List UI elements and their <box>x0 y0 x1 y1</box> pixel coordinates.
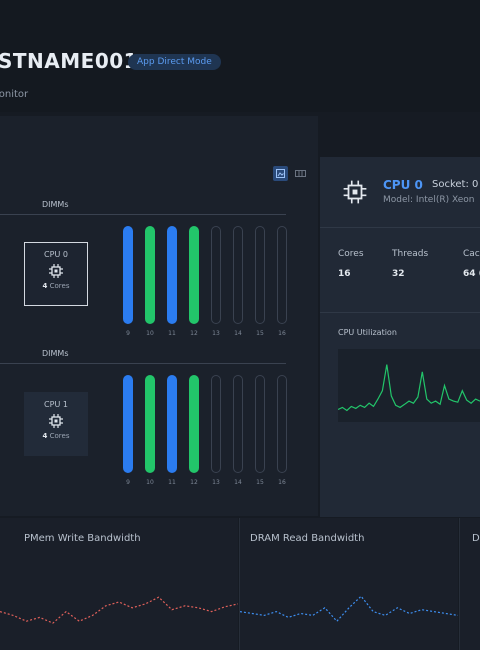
cpu-cores: 4 Cores <box>42 432 70 440</box>
cpu-chip-icon <box>49 414 63 428</box>
stat-value-cores: 16 <box>338 269 351 279</box>
detail-socket: Socket: 0 <box>432 179 479 190</box>
dimms-bracket <box>0 214 286 215</box>
stat-label-cores: Cores <box>338 249 364 259</box>
dimm-slot[interactable] <box>145 226 155 324</box>
dimm-slot[interactable] <box>123 226 133 324</box>
stat-label-cache: Cac <box>463 249 480 259</box>
hostname-title: STNAME001 <box>0 49 139 73</box>
cpu-chip-icon <box>49 264 63 278</box>
dimms-label: DIMMs <box>42 200 69 209</box>
dimm-slot[interactable] <box>211 375 221 473</box>
memory-topology-panel: DIMMs CPU 0 4 Cores 9 10 11 12 13 14 15 16 DIMM… <box>0 116 318 516</box>
dimm-slot-number: 10 <box>146 479 154 486</box>
stat-value-cache: 64 ( <box>463 269 480 279</box>
cpu-name: CPU 0 <box>44 250 68 259</box>
list-view-toggle[interactable] <box>293 166 308 181</box>
dimm-slot[interactable] <box>277 226 287 324</box>
stat-value-threads: 32 <box>392 269 405 279</box>
dimm-slot[interactable] <box>277 375 287 473</box>
dimm-slot[interactable] <box>255 226 265 324</box>
series-line <box>240 595 458 623</box>
detail-cpu-title: CPU 0 <box>383 178 423 192</box>
divider <box>320 227 480 228</box>
series-line <box>338 364 480 412</box>
dimm-slot[interactable] <box>211 226 221 324</box>
dimm-slot[interactable] <box>255 375 265 473</box>
cpu-chip-icon <box>343 180 367 204</box>
cpu-1-node[interactable]: CPU 1 4 Cores <box>24 392 88 456</box>
grid-view-toggle[interactable] <box>273 166 288 181</box>
dimms-bracket <box>0 363 286 364</box>
bandwidth-title: PMem Write Bandwidth <box>24 533 141 544</box>
dram-read-bandwidth-chart <box>240 595 458 623</box>
bandwidth-title: D <box>472 533 480 544</box>
mode-badge: App Direct Mode <box>128 54 221 70</box>
series-line <box>0 596 238 624</box>
cpu-0-node[interactable]: CPU 0 4 Cores <box>24 242 88 306</box>
dimm-slot[interactable] <box>167 226 177 324</box>
dimm-slot[interactable] <box>145 375 155 473</box>
dimm-slot-number: 15 <box>256 330 264 337</box>
dimm-slot-number: 9 <box>126 330 130 337</box>
dimm-slot-number: 10 <box>146 330 154 337</box>
dimm-slot[interactable] <box>189 375 199 473</box>
cpu-utilization-title: CPU Utilization <box>338 328 397 337</box>
dimm-slot-number: 13 <box>212 330 220 337</box>
dimm-slot[interactable] <box>167 375 177 473</box>
dimm-slot-number: 13 <box>212 479 220 486</box>
page-subtitle: lonitor <box>0 89 29 100</box>
dram-read-bandwidth-panel: DRAM Read Bandwidth <box>240 518 458 650</box>
dimm-slot-number: 16 <box>278 479 286 486</box>
dimm-slot-number: 14 <box>234 479 242 486</box>
page-header: STNAME001 App Direct Mode lonitor <box>0 0 480 112</box>
dimm-slot-number: 12 <box>190 479 198 486</box>
dimm-slot[interactable] <box>189 226 199 324</box>
bandwidth-panel-partial: D <box>460 518 480 650</box>
cpu-detail-panel: CPU 0 Socket: 0 Model: Intel(R) Xeon Cor… <box>320 157 480 517</box>
cpu-name: CPU 1 <box>44 400 68 409</box>
grid-view-icon <box>276 169 285 178</box>
cpu-utilization-chart <box>338 349 480 422</box>
dimms-label: DIMMs <box>42 349 69 358</box>
divider <box>320 312 480 313</box>
dimm-slot-number: 11 <box>168 479 176 486</box>
pmem-write-bandwidth-chart <box>0 596 238 624</box>
dimm-slot[interactable] <box>233 375 243 473</box>
dimm-slot-number: 16 <box>278 330 286 337</box>
detail-model: Model: Intel(R) Xeon <box>383 195 475 205</box>
dimm-slot-number: 14 <box>234 330 242 337</box>
stat-label-threads: Threads <box>392 249 429 259</box>
dimm-slot[interactable] <box>233 226 243 324</box>
pmem-write-bandwidth-panel: PMem Write Bandwidth <box>0 518 238 650</box>
dimm-slot-number: 9 <box>126 479 130 486</box>
dimm-slot-number: 12 <box>190 330 198 337</box>
dimm-slot-number: 15 <box>256 479 264 486</box>
dimm-slot[interactable] <box>123 375 133 473</box>
bandwidth-title: DRAM Read Bandwidth <box>250 533 365 544</box>
dimm-slot-number: 11 <box>168 330 176 337</box>
list-view-icon <box>295 170 306 177</box>
cpu-cores: 4 Cores <box>42 282 70 290</box>
